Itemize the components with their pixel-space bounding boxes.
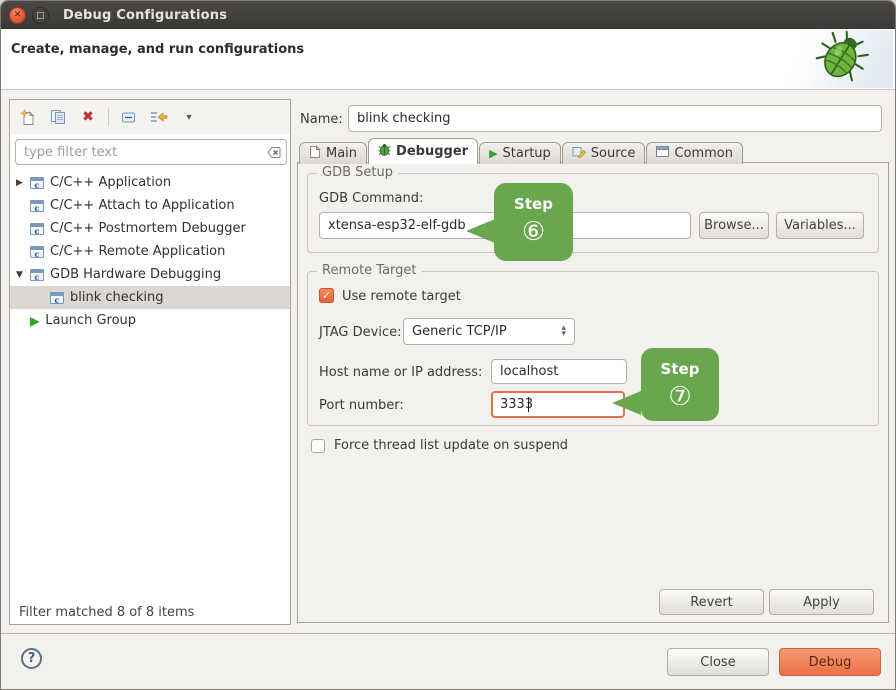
- callout-step-text: Step: [514, 195, 553, 213]
- host-input[interactable]: [491, 359, 627, 384]
- callout-step-text: Step: [661, 360, 700, 378]
- delete-configuration-icon[interactable]: ✖: [78, 107, 98, 127]
- tree-item-cpp-postmortem[interactable]: c C/C++ Postmortem Debugger: [10, 217, 290, 240]
- expander-icon[interactable]: ▼: [16, 270, 30, 280]
- clear-filter-icon[interactable]: [263, 146, 281, 163]
- tab-common[interactable]: Common: [646, 142, 743, 164]
- toolbar-menu-dropdown-icon[interactable]: ▾: [179, 107, 199, 127]
- dialog-subtitle: Create, manage, and run configurations: [11, 42, 304, 57]
- remote-target-title: Remote Target: [317, 263, 422, 278]
- banner: [791, 30, 893, 88]
- spinner-down-icon: ▾: [561, 332, 566, 338]
- configurations-tree: ▶ c C/C++ Application c C/C++ Attach to …: [10, 171, 290, 332]
- variables-button[interactable]: Variables...: [776, 212, 864, 239]
- callout-step-number: ⑦: [668, 382, 691, 412]
- duplicate-configuration-icon[interactable]: [48, 107, 68, 127]
- dialog-header: Create, manage, and run configurations: [1, 29, 895, 90]
- tab-label: Debugger: [396, 144, 468, 159]
- titlebar[interactable]: ✕ Debug Configurations: [1, 1, 895, 29]
- callout-step-number: ⑥: [522, 217, 545, 247]
- port-label: Port number:: [319, 398, 404, 413]
- debug-configurations-dialog: ✕ Debug Configurations Create, manage, a…: [0, 0, 896, 690]
- force-thread-checkbox[interactable]: [311, 439, 325, 453]
- debugger-bug-icon: [378, 143, 391, 160]
- c-application-icon: c: [30, 177, 44, 189]
- expander-icon[interactable]: ▶: [16, 178, 30, 188]
- startup-play-icon: ▶: [489, 147, 497, 160]
- tree-item-cpp-attach[interactable]: c C/C++ Attach to Application: [10, 194, 290, 217]
- spinner-icons[interactable]: ▴ ▾: [561, 326, 566, 337]
- tab-label: Common: [674, 146, 733, 161]
- tab-startup[interactable]: ▶ Startup: [479, 142, 561, 164]
- tree-item-label: Launch Group: [45, 313, 136, 328]
- apply-button[interactable]: Apply: [769, 589, 874, 615]
- check-icon: ✓: [322, 290, 331, 301]
- name-input[interactable]: [348, 105, 882, 132]
- c-application-icon: c: [30, 200, 44, 212]
- tree-item-cpp-remote[interactable]: c C/C++ Remote Application: [10, 240, 290, 263]
- use-remote-target-checkbox[interactable]: ✓: [319, 288, 334, 303]
- tab-label: Startup: [503, 146, 551, 161]
- source-icon: [572, 145, 586, 162]
- close-window-icon[interactable]: ✕: [9, 7, 26, 24]
- tree-item-blink-checking[interactable]: c blink checking: [10, 286, 290, 309]
- tree-item-cpp-application[interactable]: ▶ c C/C++ Application: [10, 171, 290, 194]
- maximize-window-icon[interactable]: [32, 7, 49, 24]
- window-title: Debug Configurations: [63, 8, 227, 23]
- tree-item-label: blink checking: [70, 290, 164, 305]
- collapse-all-icon[interactable]: [119, 107, 139, 127]
- c-application-icon: c: [30, 269, 44, 281]
- step-6-callout: Step ⑥: [494, 183, 573, 261]
- jtag-device-label: JTAG Device:: [319, 325, 401, 340]
- callout-pointer: [466, 219, 495, 243]
- footer-separator: [1, 633, 895, 634]
- close-button[interactable]: Close: [667, 648, 769, 676]
- tree-item-label: C/C++ Application: [50, 175, 171, 190]
- toolbar-separator: [108, 108, 109, 126]
- host-label: Host name or IP address:: [319, 365, 482, 380]
- use-remote-target-label: Use remote target: [342, 289, 461, 304]
- step-7-callout: Step ⑦: [641, 348, 719, 421]
- tab-source[interactable]: Source: [562, 142, 646, 164]
- help-icon[interactable]: ?: [21, 648, 42, 669]
- main-page-icon: [309, 145, 321, 163]
- c-application-icon: c: [30, 246, 44, 258]
- port-input[interactable]: [491, 391, 625, 418]
- jtag-device-select[interactable]: Generic TCP/IP ▴ ▾: [403, 318, 575, 345]
- filter-status: Filter matched 8 of 8 items: [19, 605, 194, 620]
- c-application-icon: c: [50, 292, 64, 304]
- revert-button[interactable]: Revert: [659, 589, 764, 615]
- tab-label: Main: [326, 146, 357, 161]
- tree-item-label: C/C++ Attach to Application: [50, 198, 235, 213]
- tab-label: Source: [591, 146, 636, 161]
- jtag-device-value: Generic TCP/IP: [412, 324, 507, 339]
- new-configuration-icon[interactable]: [18, 107, 38, 127]
- text-caret: [528, 397, 529, 412]
- configurations-toolbar: ✖ ▾: [10, 100, 290, 134]
- debug-button[interactable]: Debug: [779, 648, 881, 676]
- tree-item-label: C/C++ Remote Application: [50, 244, 225, 259]
- tree-item-launch-group[interactable]: ▶ Launch Group: [10, 309, 290, 332]
- tab-debugger[interactable]: Debugger: [368, 138, 478, 164]
- common-window-icon: [656, 146, 669, 161]
- tab-main[interactable]: Main: [299, 142, 367, 164]
- filter-field-wrap: [15, 139, 287, 165]
- browse-button[interactable]: Browse...: [699, 212, 769, 239]
- filter-input[interactable]: [15, 139, 287, 165]
- launch-group-icon: ▶: [30, 314, 39, 328]
- bug-icon: [814, 29, 870, 89]
- callout-pointer: [612, 391, 641, 415]
- tree-item-gdb-hardware[interactable]: ▼ c GDB Hardware Debugging: [10, 263, 290, 286]
- gdb-command-label: GDB Command:: [319, 191, 423, 206]
- tab-bar: Main Debugger ▶ Startup Source Common: [299, 138, 744, 164]
- tree-item-label: C/C++ Postmortem Debugger: [50, 221, 246, 236]
- name-label: Name:: [300, 112, 343, 127]
- gdb-setup-title: GDB Setup: [317, 165, 398, 180]
- c-application-icon: c: [30, 223, 44, 235]
- force-thread-label: Force thread list update on suspend: [334, 438, 568, 453]
- tree-item-label: GDB Hardware Debugging: [50, 267, 221, 282]
- configurations-panel: ✖ ▾ ▶ c C/C++ Application c: [9, 99, 291, 625]
- filter-launch-configurations-icon[interactable]: [149, 107, 169, 127]
